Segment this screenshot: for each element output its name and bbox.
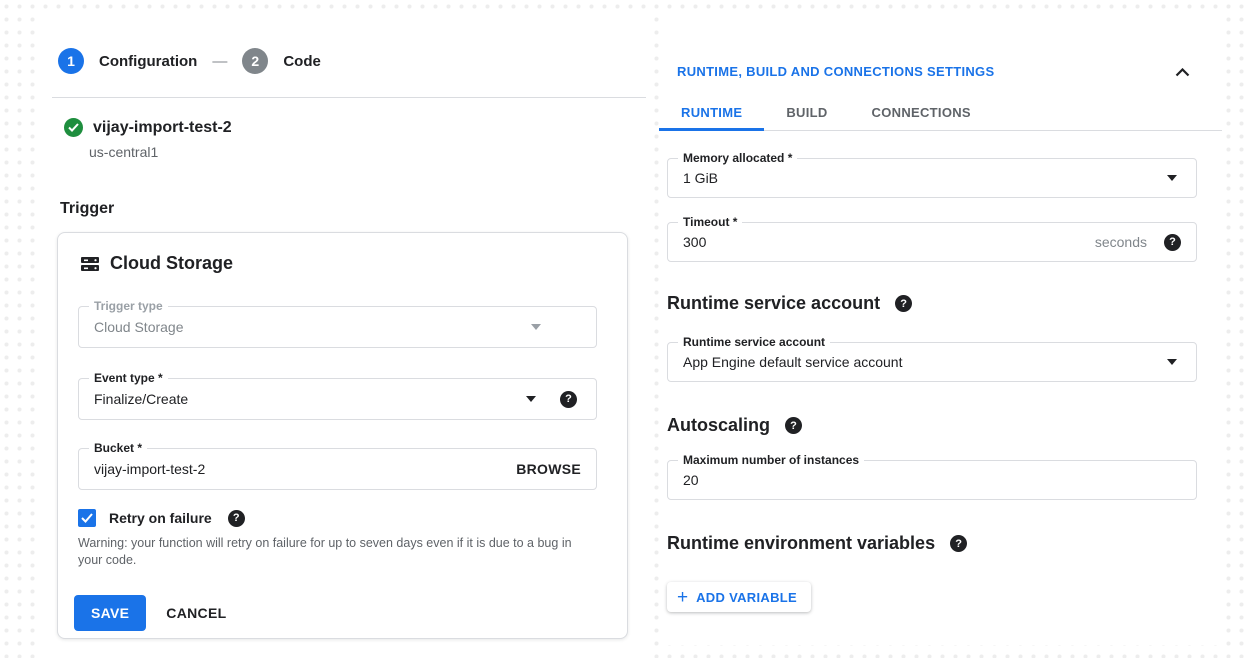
memory-allocated-select[interactable]: Memory allocated * 1 GiB xyxy=(667,158,1197,198)
save-button[interactable]: SAVE xyxy=(74,595,146,631)
max-instances-value[interactable]: 20 xyxy=(683,472,699,488)
bucket-value[interactable]: vijay-import-test-2 xyxy=(94,461,205,477)
event-type-value: Finalize/Create xyxy=(94,391,188,407)
event-type-label: Event type * xyxy=(89,371,168,385)
settings-tabs: RUNTIME BUILD CONNECTIONS xyxy=(659,96,1222,131)
env-vars-heading: Runtime environment variables xyxy=(667,533,935,554)
event-type-help-icon[interactable]: ? xyxy=(560,391,577,408)
service-account-help-icon[interactable]: ? xyxy=(895,295,912,312)
tab-build[interactable]: BUILD xyxy=(764,96,849,130)
service-account-section: Runtime service account ? xyxy=(667,293,912,314)
service-account-label: Runtime service account xyxy=(678,335,830,349)
stepper: 1 Configuration — 2 Code xyxy=(58,48,321,74)
add-variable-button[interactable]: + ADD VARIABLE xyxy=(667,582,811,612)
tab-connections[interactable]: CONNECTIONS xyxy=(850,96,993,130)
step-2-circle[interactable]: 2 xyxy=(242,48,268,74)
service-account-heading: Runtime service account xyxy=(667,293,880,314)
step-1-circle[interactable]: 1 xyxy=(58,48,84,74)
chevron-up-icon[interactable] xyxy=(1175,64,1190,82)
chevron-down-icon xyxy=(531,324,541,330)
step-1-label[interactable]: Configuration xyxy=(99,53,197,70)
settings-expander-header[interactable]: RUNTIME, BUILD AND CONNECTIONS SETTINGS xyxy=(677,64,994,79)
function-region: us-central1 xyxy=(89,144,158,160)
autoscaling-heading: Autoscaling xyxy=(667,415,770,436)
tab-runtime[interactable]: RUNTIME xyxy=(659,96,764,130)
trigger-type-label: Trigger type xyxy=(89,299,168,313)
retry-help-icon[interactable]: ? xyxy=(228,510,245,527)
success-check-icon xyxy=(64,118,83,137)
memory-allocated-label: Memory allocated * xyxy=(678,151,797,165)
step-2-label[interactable]: Code xyxy=(283,53,321,70)
event-type-select[interactable]: Event type * Finalize/Create ? xyxy=(78,378,597,420)
retry-row: Retry on failure ? xyxy=(78,509,245,527)
trigger-card-header: Cloud Storage xyxy=(80,253,233,274)
cancel-button[interactable]: CANCEL xyxy=(166,605,226,621)
max-instances-field[interactable]: Maximum number of instances 20 xyxy=(667,460,1197,500)
cloud-storage-icon xyxy=(80,255,100,273)
service-account-select[interactable]: Runtime service account App Engine defau… xyxy=(667,342,1197,382)
trigger-type-value: Cloud Storage xyxy=(94,319,184,335)
autoscaling-section: Autoscaling ? xyxy=(667,415,802,436)
service-account-value: App Engine default service account xyxy=(683,354,902,370)
retry-warning-text: Warning: your function will retry on fai… xyxy=(78,535,594,569)
chevron-down-icon xyxy=(1167,175,1177,181)
env-vars-section: Runtime environment variables ? xyxy=(667,533,967,554)
chevron-down-icon xyxy=(526,396,536,402)
stepper-divider xyxy=(52,97,646,98)
retry-label[interactable]: Retry on failure xyxy=(109,510,212,526)
configuration-panel: 1 Configuration — 2 Code vijay-import-te… xyxy=(42,12,646,658)
retry-checkbox[interactable] xyxy=(78,509,96,527)
stepper-separator: — xyxy=(212,53,227,70)
env-vars-help-icon[interactable]: ? xyxy=(950,535,967,552)
function-summary: vijay-import-test-2 xyxy=(64,118,232,137)
trigger-card-title: Cloud Storage xyxy=(110,253,233,274)
timeout-help-icon[interactable]: ? xyxy=(1164,234,1181,251)
bucket-label: Bucket * xyxy=(89,441,147,455)
max-instances-label: Maximum number of instances xyxy=(678,453,864,467)
timeout-unit: seconds xyxy=(1095,234,1147,250)
trigger-card-actions: SAVE CANCEL xyxy=(74,595,226,631)
memory-allocated-value: 1 GiB xyxy=(683,170,718,186)
autoscaling-help-icon[interactable]: ? xyxy=(785,417,802,434)
trigger-section-title: Trigger xyxy=(60,200,114,218)
add-variable-label: ADD VARIABLE xyxy=(696,590,797,605)
timeout-value[interactable]: 300 xyxy=(683,234,706,250)
plus-icon: + xyxy=(677,588,688,607)
function-name: vijay-import-test-2 xyxy=(93,119,232,137)
bucket-field[interactable]: Bucket * vijay-import-test-2 BROWSE xyxy=(78,448,597,490)
timeout-field[interactable]: Timeout * 300 seconds ? xyxy=(667,222,1197,262)
runtime-settings-panel: RUNTIME, BUILD AND CONNECTIONS SETTINGS … xyxy=(659,12,1222,645)
timeout-label: Timeout * xyxy=(678,215,742,229)
trigger-type-select: Trigger type Cloud Storage xyxy=(78,306,597,348)
browse-button[interactable]: BROWSE xyxy=(516,461,581,477)
trigger-card: Cloud Storage Trigger type Cloud Storage… xyxy=(57,232,628,639)
chevron-down-icon xyxy=(1167,359,1177,365)
